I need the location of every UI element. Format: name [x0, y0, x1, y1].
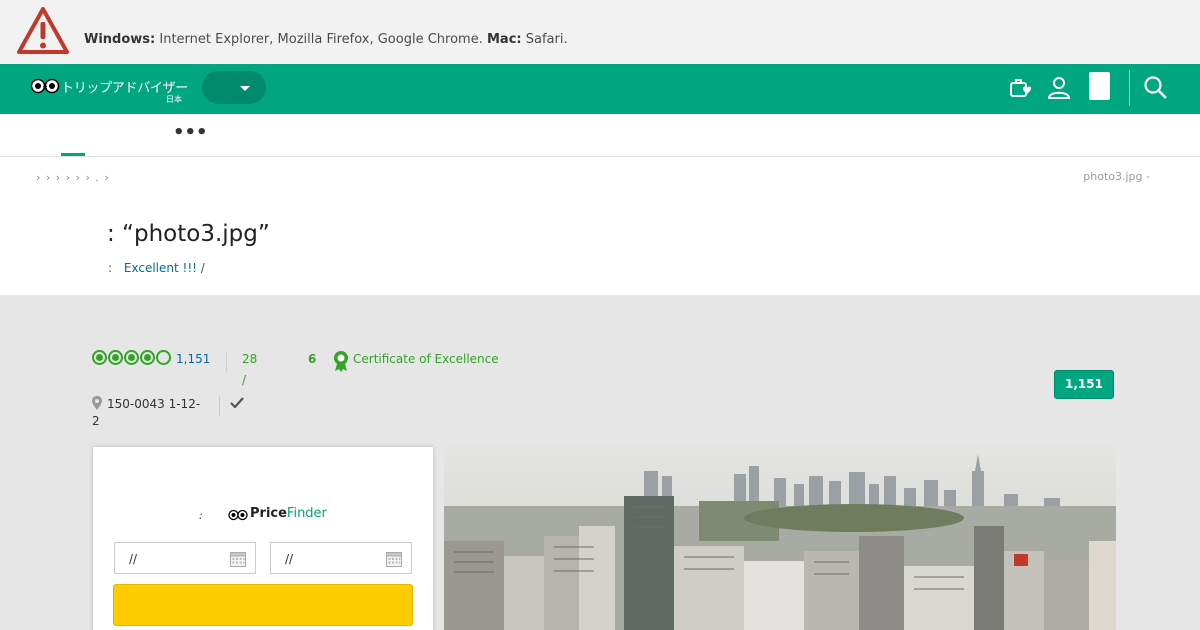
certificate-of-excellence: Certificate of Excellence [353, 352, 499, 366]
address[interactable]: 150-0043 1-12-2 [92, 396, 207, 430]
checkmark-icon [230, 397, 244, 408]
owl-logo-icon [30, 78, 60, 94]
header-divider [1129, 70, 1130, 106]
title-area: › › › › › › . › photo3.jpg - : “photo3.j… [0, 157, 1200, 295]
rating-bubble [124, 350, 139, 365]
warning-icon [17, 7, 69, 54]
price-finder-brand-a: Price [250, 506, 287, 521]
checkout-date-field[interactable]: // [270, 542, 412, 574]
active-tab-indicator [61, 153, 85, 156]
hotel-view-photo[interactable] [444, 446, 1116, 630]
cityscape-photo [444, 446, 1116, 630]
ranking-number[interactable]: 28 [242, 352, 257, 366]
rating-bubble [92, 350, 107, 365]
logo-region: 日本 [166, 95, 182, 104]
chevron-down-icon [240, 86, 250, 91]
search-icon[interactable] [1143, 75, 1169, 101]
site-header: トリップアドバイザー 日本 [0, 64, 1200, 114]
review-line: : Excellent !!! / [108, 261, 205, 275]
checkout-value: // [285, 552, 294, 566]
price-finder-card: : PriceFinder // // [93, 447, 433, 630]
review-suffix: / [200, 261, 205, 275]
windows-browsers: Internet Explorer, Mozilla Firefox, Goog… [159, 32, 483, 47]
mac-browsers: Safari. [525, 32, 568, 47]
check-prices-button[interactable] [113, 584, 413, 626]
review-count-button[interactable]: 1,151 [1054, 370, 1114, 399]
checkin-value: // [129, 552, 138, 566]
browser-warning-bar: Windows: Internet Explorer, Mozilla Fire… [0, 0, 1200, 64]
mac-label: Mac: [486, 32, 522, 47]
checkin-date-field[interactable]: // [114, 542, 256, 574]
page-title: : “photo3.jpg” [107, 221, 270, 247]
cart-button[interactable] [1089, 72, 1110, 100]
owl-logo-icon [228, 509, 248, 521]
divider [219, 396, 220, 416]
calendar-icon [230, 552, 246, 567]
price-finder-brand-b: Finder [286, 506, 327, 521]
rating-bubble [140, 350, 155, 365]
award-count: 6 [308, 352, 317, 366]
price-finder-colon: : [199, 509, 203, 522]
ranking-separator: / [242, 373, 247, 387]
review-count-link[interactable]: 1,151 [176, 352, 210, 366]
photo-breadcrumb: photo3.jpg - [1083, 170, 1150, 183]
trips-icon[interactable] [1008, 75, 1034, 101]
review-prefix: : [108, 261, 113, 275]
main-nav: ••• [0, 114, 1200, 157]
certificate-icon [334, 351, 348, 372]
user-icon[interactable] [1046, 75, 1072, 101]
windows-label: Windows: [84, 32, 156, 47]
breadcrumb[interactable]: › › › › › › . › [36, 171, 110, 184]
rating-bubble [108, 350, 123, 365]
review-link[interactable]: Excellent !!! [124, 261, 197, 275]
price-finder-logo: PriceFinder [250, 506, 327, 521]
more-menu-button[interactable]: ••• [173, 122, 208, 143]
calendar-icon [386, 552, 402, 567]
divider [226, 352, 227, 372]
rating-bubble [156, 350, 171, 365]
warning-text: Windows: Internet Explorer, Mozilla Fire… [84, 32, 568, 47]
locale-dropdown[interactable] [202, 71, 266, 104]
